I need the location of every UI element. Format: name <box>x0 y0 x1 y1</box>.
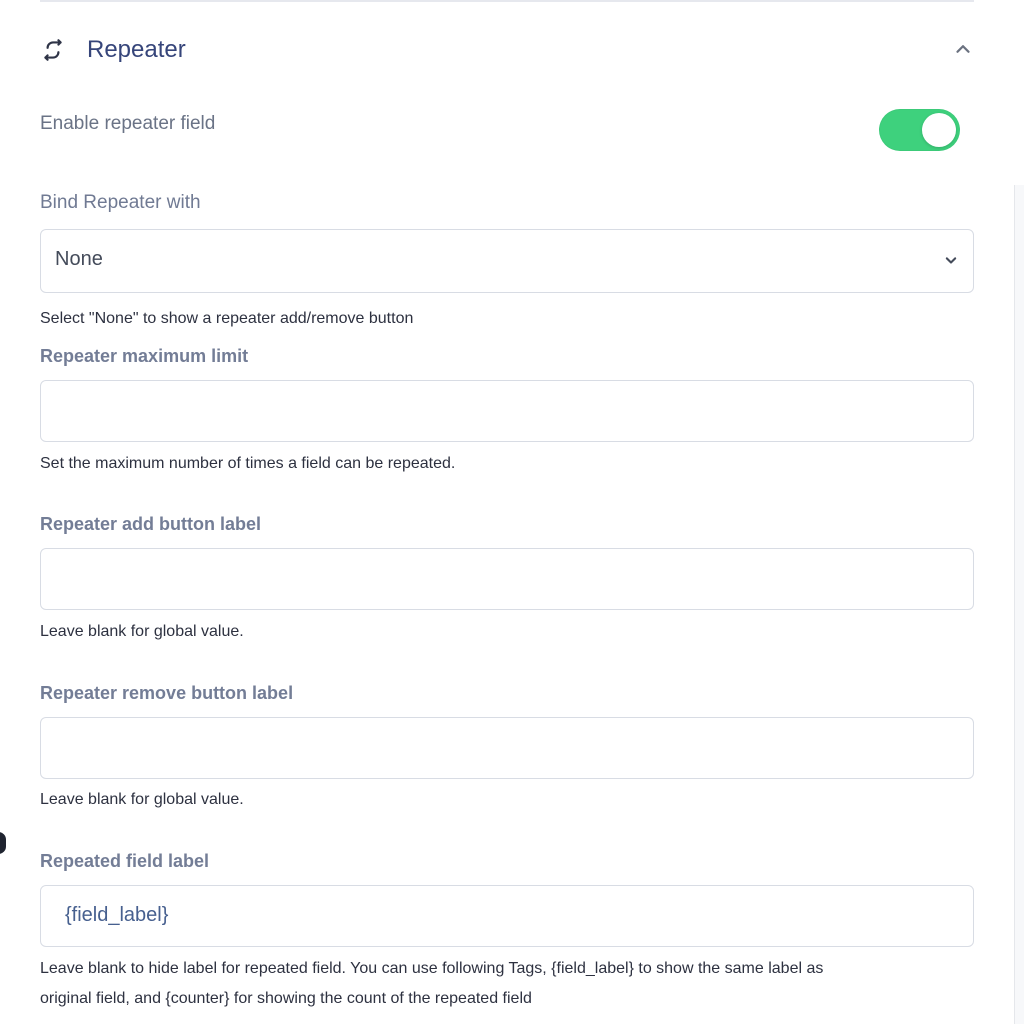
bind-repeater-label: Bind Repeater with <box>40 192 201 213</box>
enable-repeater-toggle[interactable] <box>879 109 960 151</box>
bind-repeater-help: Select "None" to show a repeater add/rem… <box>40 310 414 327</box>
max-limit-input[interactable] <box>40 380 974 442</box>
add-button-help: Leave blank for global value. <box>40 623 244 640</box>
scrollbar-track[interactable] <box>1014 185 1024 1024</box>
enable-repeater-label: Enable repeater field <box>40 113 216 134</box>
section-title: Repeater <box>87 36 186 63</box>
chevron-down-icon <box>941 250 961 270</box>
repeat-icon <box>40 37 66 63</box>
selected-value: None <box>55 248 103 270</box>
max-limit-label: Repeater maximum limit <box>40 346 249 366</box>
top-divider <box>40 0 974 2</box>
chevron-up-icon[interactable] <box>952 38 974 60</box>
toggle-knob <box>922 113 956 147</box>
repeated-field-label-title: Repeated field label <box>40 851 210 871</box>
remove-button-label-input[interactable] <box>40 717 974 779</box>
remove-button-label: Repeater remove button label <box>40 683 294 703</box>
repeated-field-label-input[interactable]: {field_label} <box>40 885 974 947</box>
repeated-field-help-line-1: Leave blank to hide label for repeated f… <box>40 960 824 977</box>
repeater-section-header[interactable]: Repeater <box>40 28 974 72</box>
max-limit-help: Set the maximum number of times a field … <box>40 455 456 472</box>
edge-handle[interactable] <box>0 832 6 854</box>
add-button-label-input[interactable] <box>40 548 974 610</box>
remove-button-help: Leave blank for global value. <box>40 791 244 808</box>
repeated-field-label-value: {field_label} <box>65 904 169 926</box>
repeater-settings-panel: Repeater Enable repeater field Bind Repe… <box>0 0 1024 1024</box>
add-button-label: Repeater add button label <box>40 514 262 534</box>
repeated-field-help-line-2: original field, and {counter} for showin… <box>40 990 532 1007</box>
bind-repeater-select[interactable]: None <box>40 229 974 293</box>
